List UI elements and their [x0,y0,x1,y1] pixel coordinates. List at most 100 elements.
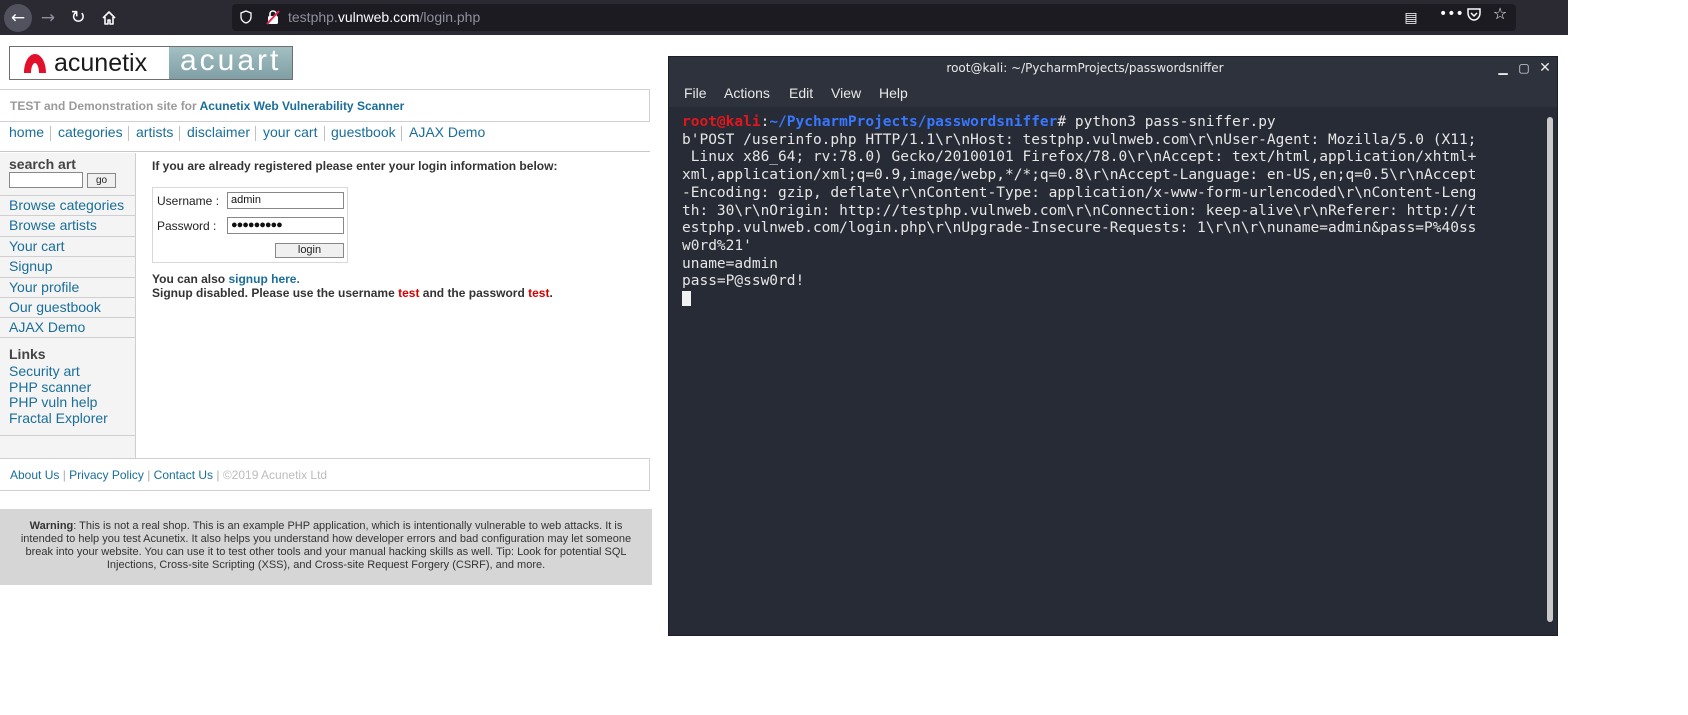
link-security-art[interactable]: Security art [9,363,80,379]
nav-disclaimer[interactable]: disclaimer [187,124,250,140]
url-text[interactable]: testphp.vulnweb.com/login.php [288,9,480,25]
link-fractal-explorer[interactable]: Fractal Explorer [9,410,108,426]
nav-separator [128,126,129,141]
arrow-right-icon: → [40,8,56,28]
output-line: th: 30\r\nOrigin: http://testphp.vulnweb… [682,202,1477,219]
signup-prefix: You can also [152,272,229,286]
acunetix-logo-mark-icon [24,54,46,73]
prompt-colon: : [760,114,770,130]
url-host: vulnweb.com [337,9,420,25]
reload-button[interactable]: ↻ [64,4,92,32]
minimize-button[interactable]: ▁ [1495,60,1511,76]
menu-edit[interactable]: Edit [789,85,813,101]
nav-guestbook[interactable]: guestbook [331,124,396,140]
site-logo[interactable]: acunetix acuart [9,44,293,80]
signup-username: test [398,286,420,300]
more-icon[interactable]: ••• [1439,7,1464,21]
menu-actions[interactable]: Actions [724,85,770,101]
menu-file[interactable]: File [684,85,707,101]
signup-password: test [528,286,550,300]
insecure-lock-icon[interactable] [266,10,280,25]
output-line: uname=admin [682,255,779,272]
back-button[interactable]: ← [4,4,32,32]
login-button[interactable]: login [275,243,344,258]
pocket-icon[interactable] [1465,7,1483,24]
signup-disabled-text-a: Signup disabled. Please use the username [152,286,399,300]
nav-separator [179,126,180,141]
search-input[interactable] [9,172,83,188]
signup-disabled-line: Signup disabled. Please use the username… [152,286,553,300]
footer-links: About Us | Privacy Policy | Contact Us |… [10,468,327,482]
star-icon[interactable]: ☆ [1491,6,1509,22]
output-line: Linux x86_64; rv:78.0) Gecko/20100101 Fi… [682,149,1477,166]
terminal-window[interactable]: root@kali: ~/PycharmProjects/passwordsni… [668,56,1558,636]
tagline-bar: TEST and Demonstration site for Acunetix… [0,89,650,122]
username-field[interactable]: admin [227,192,344,209]
prompt-user: root@kali [682,114,761,130]
terminal-titlebar[interactable]: root@kali: ~/PycharmProjects/passwordsni… [669,57,1557,80]
output-line: xml,application/xml;q=0.9,image/webp,*/*… [682,167,1477,184]
search-title: search art [9,156,76,172]
warning-box: Warning: This is not a real shop. This i… [0,509,652,585]
menu-view[interactable]: View [831,85,861,101]
forward-button[interactable]: → [34,4,62,32]
tagline-prefix: TEST and Demonstration site for [10,99,200,113]
sidebar: search art go Browse categories Browse a… [0,153,136,458]
terminal-scrollbar[interactable] [1547,117,1553,622]
sidebar-link-ajax-demo[interactable]: AJAX Demo [0,317,135,338]
menu-help[interactable]: Help [879,85,908,101]
footer-separator: | [62,468,66,482]
search-go-button[interactable]: go [87,173,116,188]
maximize-icon: ▢ [1518,61,1530,75]
terminal-output[interactable]: root@kali:~/PycharmProjects/passwordsnif… [682,114,1532,624]
warning-label: Warning [29,520,74,532]
nav-separator [255,126,256,141]
close-icon: ✕ [1539,60,1551,76]
nav-ajax-demo[interactable]: AJAX Demo [409,124,485,140]
password-mask: ●●●●●●●●● [231,219,283,231]
signup-line: You can also signup here. [152,272,300,286]
sidebar-link-your-profile[interactable]: Your profile [0,277,135,297]
shield-icon[interactable] [240,10,252,24]
reader-view-icon[interactable]: ▤ [1402,11,1420,25]
close-button[interactable]: ✕ [1537,60,1553,76]
logo-acuart: acuart [169,44,292,79]
password-field[interactable]: ●●●●●●●●● [227,217,344,234]
arrow-left-icon: ← [10,8,26,28]
signup-link[interactable]: signup here. [228,272,299,286]
sidebar-divider [0,435,135,436]
footer-privacy-policy[interactable]: Privacy Policy [69,468,144,482]
nav-categories[interactable]: categories [58,124,123,140]
minimize-icon: ▁ [1498,61,1508,75]
top-nav: home categories artists disclaimer your … [0,122,650,152]
footer-copyright: ©2019 Acunetix Ltd [222,468,328,482]
web-page: acunetix acuart TEST and Demonstration s… [0,35,652,653]
home-button[interactable] [95,4,123,32]
sidebar-link-signup[interactable]: Signup [0,256,135,276]
sidebar-link-browse-artists[interactable]: Browse artists [0,215,135,235]
footer-about-us[interactable]: About Us [10,468,59,482]
sidebar-link-our-guestbook[interactable]: Our guestbook [0,297,135,317]
sidebar-link-your-cart[interactable]: Your cart [0,236,135,256]
output-line: b'POST /userinfo.php HTTP/1.1\r\nHost: t… [682,131,1477,148]
reload-icon: ↻ [70,7,86,28]
output-line: -Encoding: gzip, deflate\r\nContent-Type… [682,184,1477,201]
output-line: pass=P@ssw0rd! [682,273,805,290]
nav-artists[interactable]: artists [136,124,173,140]
footer-contact-us[interactable]: Contact Us [154,468,213,482]
link-php-vuln-help[interactable]: PHP vuln help [9,394,97,410]
nav-your-cart[interactable]: your cart [263,124,317,140]
nav-home[interactable]: home [9,124,44,140]
url-bar[interactable]: testphp.vulnweb.com/login.php ▤ [232,4,1516,31]
sidebar-link-browse-categories[interactable]: Browse categories [0,195,135,215]
maximize-button[interactable]: ▢ [1516,60,1532,76]
prompt-path: ~/PycharmProjects/passwordsniffer [769,114,1058,130]
link-php-scanner[interactable]: PHP scanner [9,379,91,395]
home-icon [102,11,116,25]
nav-separator [50,126,51,141]
prompt-command: # python3 pass-sniffer.py [1057,114,1276,130]
tagline-link[interactable]: Acunetix Web Vulnerability Scanner [200,99,405,113]
footer: About Us | Privacy Policy | Contact Us |… [0,458,650,491]
logo-text: acunetix [54,49,148,77]
signup-disabled-text-b: and the password [419,286,529,300]
